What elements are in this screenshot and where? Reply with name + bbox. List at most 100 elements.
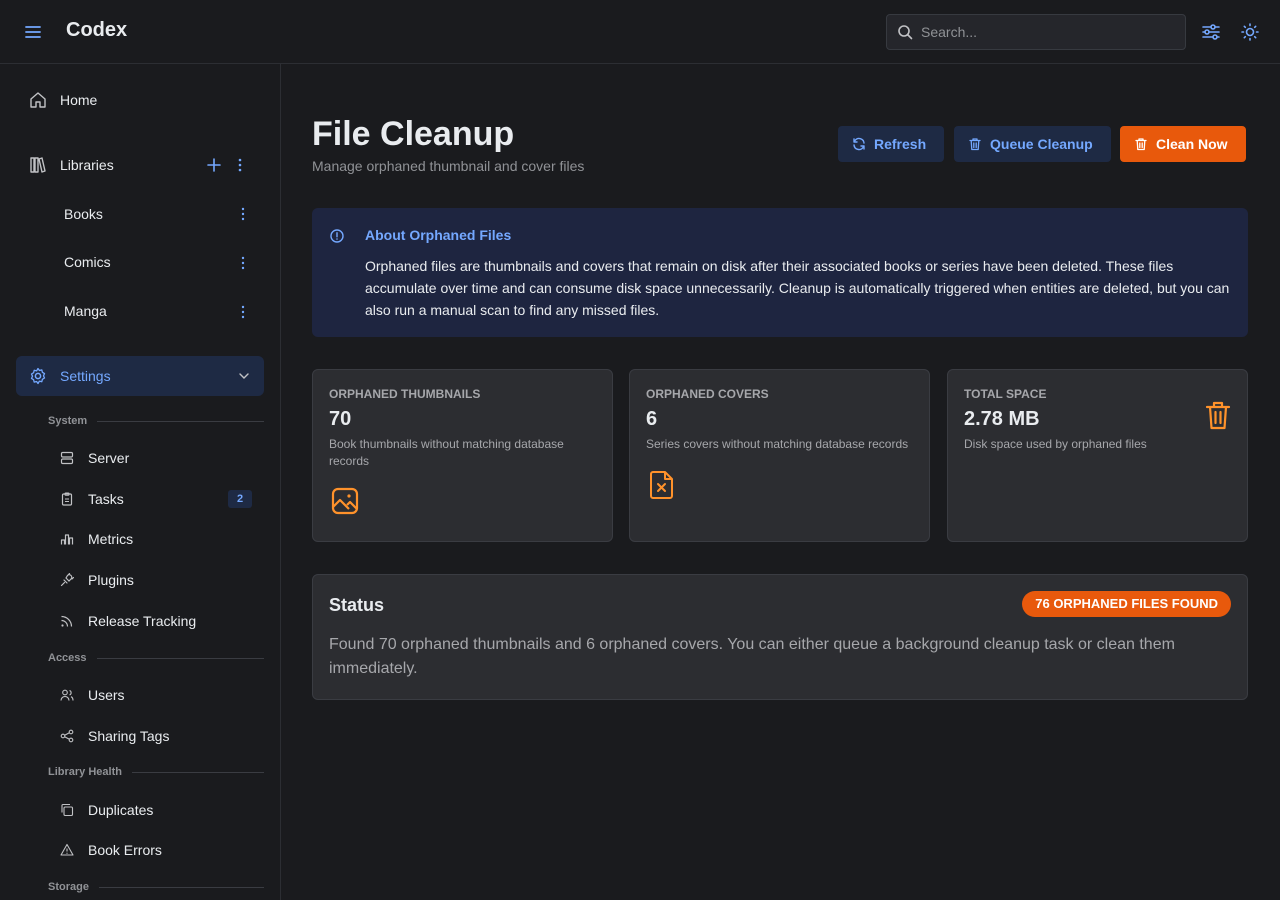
section-label-text: Access <box>48 652 87 664</box>
sidebar-library-books[interactable]: Books <box>16 194 264 234</box>
section-divider <box>97 420 264 422</box>
warning-triangle-icon <box>60 843 74 857</box>
section-label-library-health: Library Health <box>48 765 264 779</box>
stat-value: 6 <box>646 408 658 430</box>
tasks-count-badge: 2 <box>228 490 252 508</box>
sidebar-item-libraries[interactable]: Libraries <box>16 145 264 185</box>
sidebar-item-release-tracking[interactable]: Release Tracking <box>48 603 264 639</box>
sidebar-item-label: Metrics <box>88 531 134 547</box>
trash-icon <box>968 137 982 151</box>
status-text: Found 70 orphaned thumbnails and 6 orpha… <box>329 636 1175 677</box>
queue-cleanup-button[interactable]: Queue Cleanup <box>954 126 1111 162</box>
file-x-icon <box>648 469 676 501</box>
sidebar-item-metrics[interactable]: Metrics <box>48 521 264 557</box>
theme-sun-icon[interactable] <box>1239 21 1261 43</box>
copy-icon <box>60 803 74 817</box>
alert-body: Orphaned files are thumbnails and covers… <box>365 258 1230 318</box>
libraries-icon <box>28 155 48 175</box>
search-icon <box>897 24 913 40</box>
refresh-button-label: Refresh <box>874 136 927 152</box>
main-content: File Cleanup Manage orphaned thumbnail a… <box>281 64 1280 900</box>
menu-burger-icon[interactable] <box>22 21 44 43</box>
trash-icon <box>1134 137 1148 151</box>
sidebar-item-label: Sharing Tags <box>88 728 170 744</box>
section-divider <box>131 771 264 773</box>
server-icon <box>60 451 74 465</box>
stat-label: TOTAL SPACE <box>964 387 1047 401</box>
add-library-plus-icon[interactable] <box>206 157 222 173</box>
sidebar-item-tasks[interactable]: Tasks 2 <box>48 481 264 517</box>
page-subtitle: Manage orphaned thumbnail and cover file… <box>312 158 585 174</box>
sidebar-item-label: Users <box>88 687 125 703</box>
sidebar-item-label: Release Tracking <box>88 613 197 629</box>
image-icon <box>329 485 361 517</box>
sidebar-item-label: Server <box>88 450 130 466</box>
library-label: Comics <box>64 254 111 270</box>
section-label-system: System <box>48 414 264 428</box>
section-label-access: Access <box>48 651 264 665</box>
chevron-down-icon <box>238 370 250 382</box>
stat-label: ORPHANED THUMBNAILS <box>329 387 481 401</box>
search-box[interactable] <box>886 14 1186 50</box>
section-label-text: Storage <box>48 881 89 893</box>
library-more-icon[interactable] <box>235 255 251 271</box>
section-label-text: System <box>48 415 88 427</box>
bar-chart-icon <box>60 532 74 546</box>
alert-title: About Orphaned Files <box>365 227 512 243</box>
app-title[interactable]: Codex <box>66 19 127 42</box>
search-input[interactable] <box>921 15 1181 49</box>
gear-icon <box>28 366 48 386</box>
stat-card-orphaned-covers: ORPHANED COVERS 6 Series covers without … <box>629 369 930 542</box>
sidebar-item-sharing-tags[interactable]: Sharing Tags <box>48 718 264 754</box>
stat-description: Disk space used by orphaned files <box>964 437 1147 451</box>
library-more-icon[interactable] <box>235 206 251 222</box>
filter-sliders-icon[interactable] <box>1200 21 1222 43</box>
sidebar-item-server[interactable]: Server <box>48 440 264 476</box>
clean-now-button[interactable]: Clean Now <box>1120 126 1246 162</box>
queue-cleanup-button-label: Queue Cleanup <box>990 136 1093 152</box>
info-circle-icon <box>329 228 345 244</box>
sidebar-item-label: Duplicates <box>88 802 154 818</box>
sidebar-item-users[interactable]: Users <box>48 677 264 713</box>
section-divider <box>96 657 264 659</box>
app-header: Codex <box>0 0 1280 64</box>
home-icon <box>28 90 48 110</box>
refresh-button[interactable]: Refresh <box>838 126 945 162</box>
status-title: Status <box>329 595 385 615</box>
clipboard-icon <box>60 492 74 506</box>
stat-label: ORPHANED COVERS <box>646 387 769 401</box>
stat-description: Book thumbnails without matching databas… <box>329 437 564 468</box>
stat-card-total-space: TOTAL SPACE 2.78 MB Disk space used by o… <box>947 369 1248 542</box>
sidebar-item-label: Book Errors <box>88 842 162 858</box>
sidebar-item-label: Home <box>60 92 98 108</box>
refresh-icon <box>852 137 866 151</box>
users-icon <box>60 688 74 702</box>
about-orphaned-files-alert: About Orphaned Files Orphaned files are … <box>312 208 1248 337</box>
sidebar-item-settings[interactable]: Settings <box>16 356 264 396</box>
page-title: File Cleanup <box>312 115 515 153</box>
sidebar-library-manga[interactable]: Manga <box>16 291 264 331</box>
sidebar-item-label: Libraries <box>60 157 114 173</box>
sidebar-item-duplicates[interactable]: Duplicates <box>48 792 264 828</box>
section-label-storage: Storage <box>48 880 264 894</box>
sidebar-item-plugins[interactable]: Plugins <box>48 562 264 598</box>
rss-icon <box>60 614 74 628</box>
libraries-more-icon[interactable] <box>232 157 248 173</box>
sidebar-item-book-errors[interactable]: Book Errors <box>48 832 264 868</box>
stat-value: 70 <box>329 408 352 430</box>
share-icon <box>60 729 74 743</box>
sidebar-library-comics[interactable]: Comics <box>16 242 264 282</box>
clean-now-button-label: Clean Now <box>1156 136 1228 152</box>
sidebar-item-label: Tasks <box>88 491 124 507</box>
status-badge: 76 ORPHANED FILES FOUND <box>1022 591 1231 617</box>
plug-icon <box>60 573 74 587</box>
sidebar-item-label: Settings <box>60 368 111 384</box>
library-label: Manga <box>64 303 107 319</box>
sidebar-item-home[interactable]: Home <box>16 80 264 120</box>
stat-description: Series covers without matching database … <box>646 437 909 451</box>
library-label: Books <box>64 206 103 222</box>
library-more-icon[interactable] <box>235 304 251 320</box>
stat-card-orphaned-thumbnails: ORPHANED THUMBNAILS 70 Book thumbnails w… <box>312 369 613 542</box>
sidebar: Home Libraries Books Comics Manga Settin… <box>0 64 281 900</box>
trash-icon <box>1203 400 1233 432</box>
